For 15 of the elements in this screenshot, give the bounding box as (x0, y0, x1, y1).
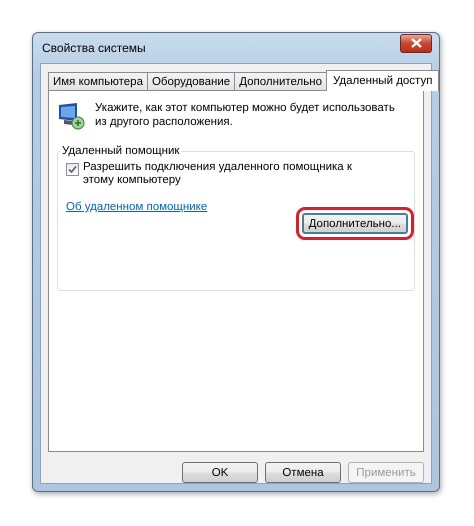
help-link[interactable]: Об удаленном помощнике (66, 201, 208, 213)
close-icon (410, 38, 422, 48)
dialog-button[interactable]: Отмена (265, 462, 341, 483)
monitor-icon (57, 101, 87, 131)
tab[interactable]: Удаленный доступ (326, 70, 440, 91)
window-title: Свойства системы (42, 41, 146, 55)
description-text: Укажите, как этот компьютер можно будет использовать из другого расположения. (95, 101, 396, 129)
group-title: Удаленный помощник (61, 145, 180, 157)
dialog-button[interactable]: OK (182, 462, 258, 483)
tab[interactable]: Дополнительно (234, 72, 327, 90)
close-button[interactable] (400, 34, 432, 52)
checkbox-label[interactable]: Разрешить подключения удаленного помощника к этому компьютеру (83, 161, 373, 187)
tab[interactable]: Оборудование (146, 72, 236, 90)
tab[interactable]: Имя компьютера (48, 72, 148, 90)
checkbox[interactable] (66, 163, 79, 176)
